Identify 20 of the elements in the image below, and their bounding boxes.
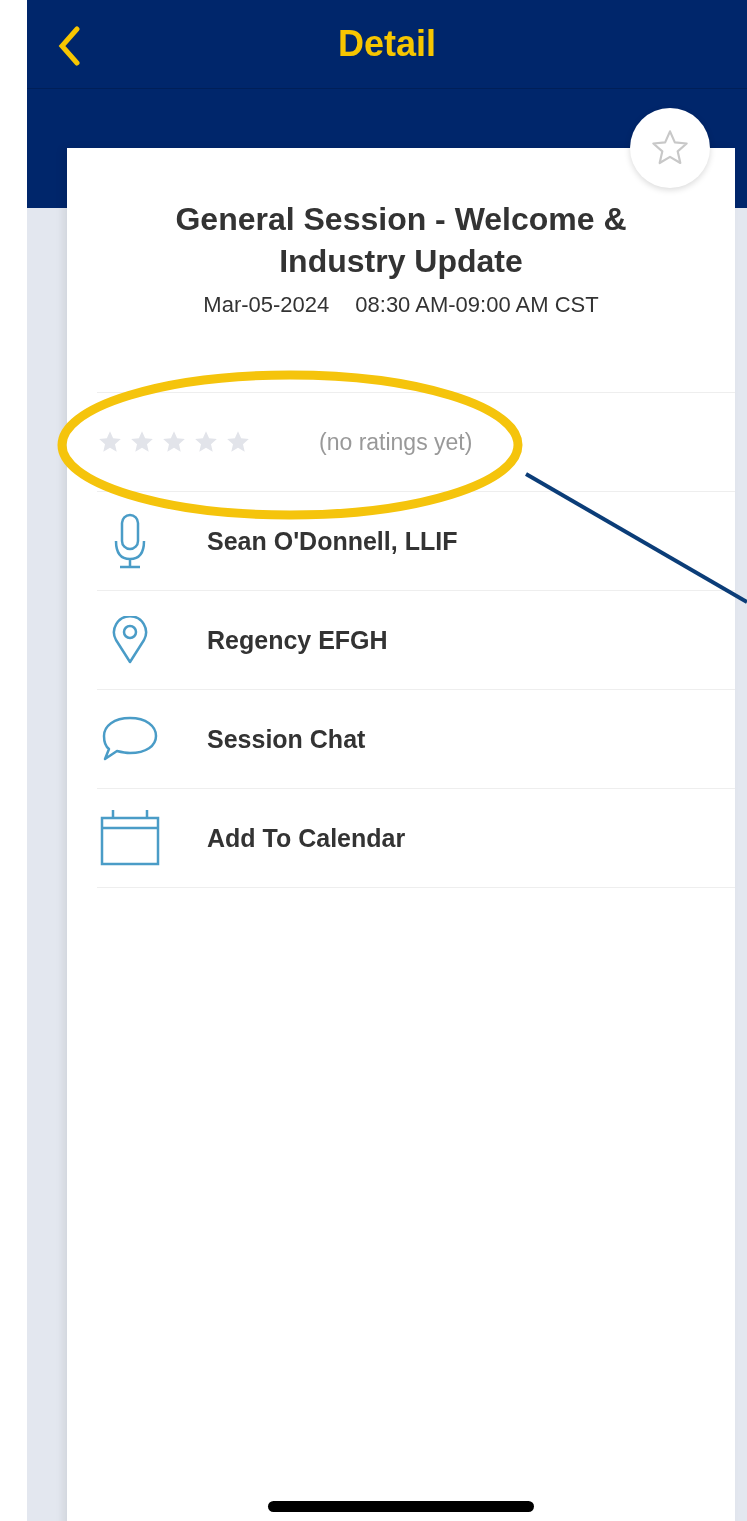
screen-title: Detail (337, 23, 436, 65)
star-icon[interactable] (129, 429, 155, 455)
detail-row[interactable]: Add To Calendar (97, 789, 735, 888)
microphone-icon (112, 513, 148, 569)
star-icon[interactable] (193, 429, 219, 455)
rating-note: (no ratings yet) (319, 428, 473, 456)
detail-row[interactable]: Session Chat (97, 690, 735, 789)
session-title: General Session - Welcome & Industry Update (174, 200, 628, 281)
favorite-button[interactable] (630, 108, 710, 188)
session-time: 08:30 AM-09:00 AM CST (355, 292, 599, 318)
detail-row[interactable]: Sean O'Donnell, LLIF (97, 492, 735, 591)
chat-bubble-icon (101, 715, 159, 763)
calendar-icon (100, 808, 160, 868)
back-icon[interactable] (57, 26, 81, 66)
detail-row[interactable]: Regency EFGH (97, 591, 735, 690)
session-date: Mar-05-2024 (203, 292, 330, 318)
star-icon[interactable] (161, 429, 187, 455)
star-icon[interactable] (97, 429, 123, 455)
location-pin-icon (112, 616, 148, 664)
star-icon[interactable] (225, 429, 251, 455)
